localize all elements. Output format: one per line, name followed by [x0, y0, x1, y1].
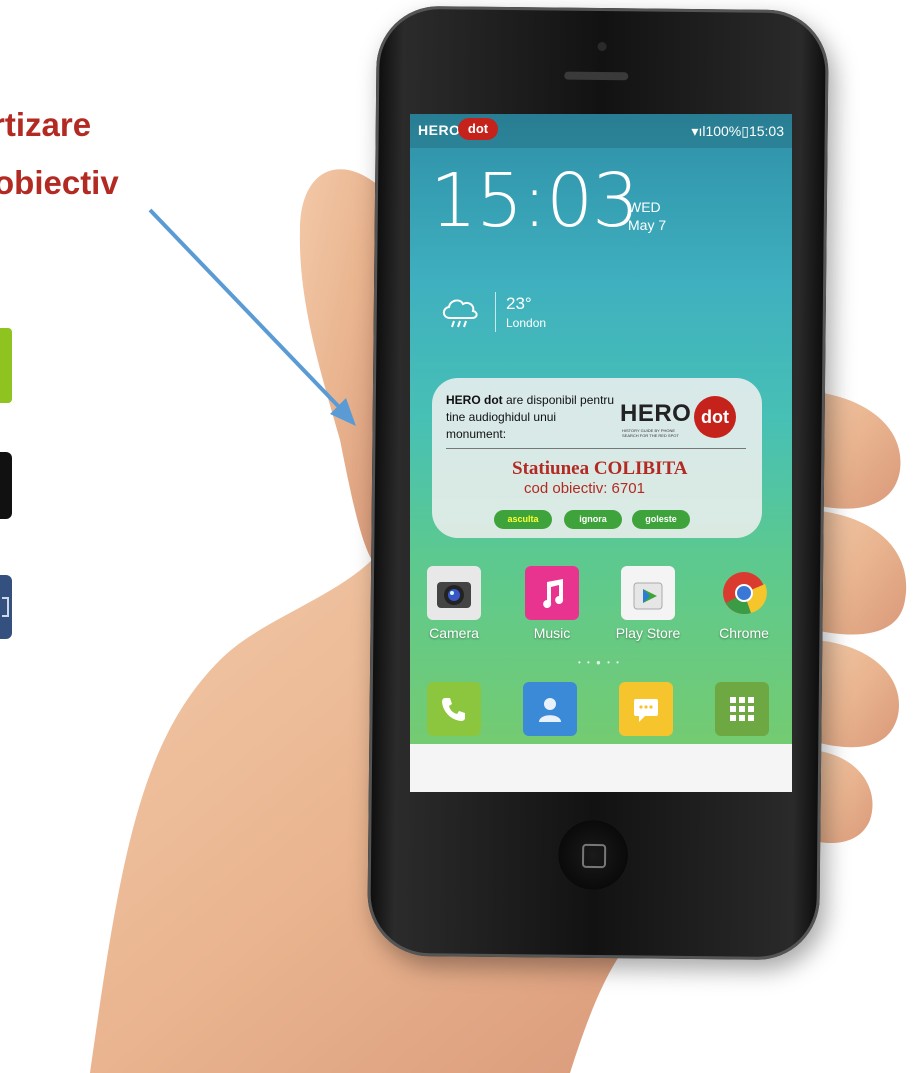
front-camera	[597, 41, 607, 52]
lockscreen-date-text: May 7	[628, 217, 667, 233]
status-brand-dot: dot	[458, 118, 498, 140]
herodot-logo-text: HERO	[620, 400, 692, 427]
herodot-logo-dot: dot	[694, 396, 736, 438]
app-label: Chrome	[719, 625, 769, 641]
app-label: Music	[533, 625, 571, 641]
listen-button[interactable]: asculta	[494, 510, 552, 529]
messages-icon[interactable]	[619, 682, 673, 736]
page-indicator: • • ● • •	[578, 658, 621, 667]
weather-temperature: 23°	[506, 294, 532, 313]
lockscreen-day: WED	[628, 199, 661, 215]
status-bar: HERO dot ▾ıl100%▯15:03	[410, 114, 792, 148]
herodot-notification[interactable]: HERO dot are disponibil pentru tine audi…	[432, 378, 762, 538]
clear-button[interactable]: goleste	[632, 510, 690, 529]
app-label: Play Store	[615, 625, 681, 641]
app-drawer-icon[interactable]	[715, 682, 769, 736]
phone-icon[interactable]	[427, 682, 481, 736]
app-music[interactable]: Music	[512, 566, 592, 641]
camera-icon	[427, 566, 481, 620]
home-button[interactable]	[557, 819, 629, 891]
lockscreen-time: 15:03	[430, 158, 639, 244]
earpiece-speaker	[564, 71, 629, 81]
weather-city: London	[506, 316, 547, 330]
notification-message: HERO dot are disponibil pentru tine audi…	[446, 392, 616, 443]
chrome-icon	[717, 566, 771, 620]
dock	[410, 678, 792, 744]
app-camera[interactable]: Camera	[414, 566, 494, 641]
cloud-rain-icon	[440, 296, 480, 330]
monument-title: Statiunea COLIBITA	[512, 458, 688, 479]
objective-code: cod obiectiv: 6701	[524, 480, 645, 497]
contacts-icon[interactable]	[523, 682, 577, 736]
weather-divider	[495, 292, 496, 332]
arrow-shaft	[148, 208, 342, 410]
status-indicators: ▾ıl100%▯15:03	[691, 123, 784, 139]
play-store-icon	[621, 566, 675, 620]
app-label: Camera	[429, 625, 479, 641]
notification-divider	[446, 448, 746, 449]
app-play-store[interactable]: Play Store	[608, 566, 688, 641]
app-chrome[interactable]: Chrome	[704, 566, 784, 641]
ignore-button[interactable]: ignora	[564, 510, 622, 529]
status-brand: HERO	[418, 122, 461, 138]
lockscreen-date: WED May 7	[628, 198, 666, 234]
music-icon	[525, 566, 579, 620]
herodot-tagline: HISTORY GUIDE BY PHONE SEARCH FOR THE RE…	[622, 428, 679, 438]
screen-bottom-strip	[410, 744, 792, 792]
phone-screen: HERO dot ▾ıl100%▯15:03 15:03 WED May 7 2…	[410, 114, 792, 792]
notification-brand: HERO dot	[446, 393, 503, 407]
